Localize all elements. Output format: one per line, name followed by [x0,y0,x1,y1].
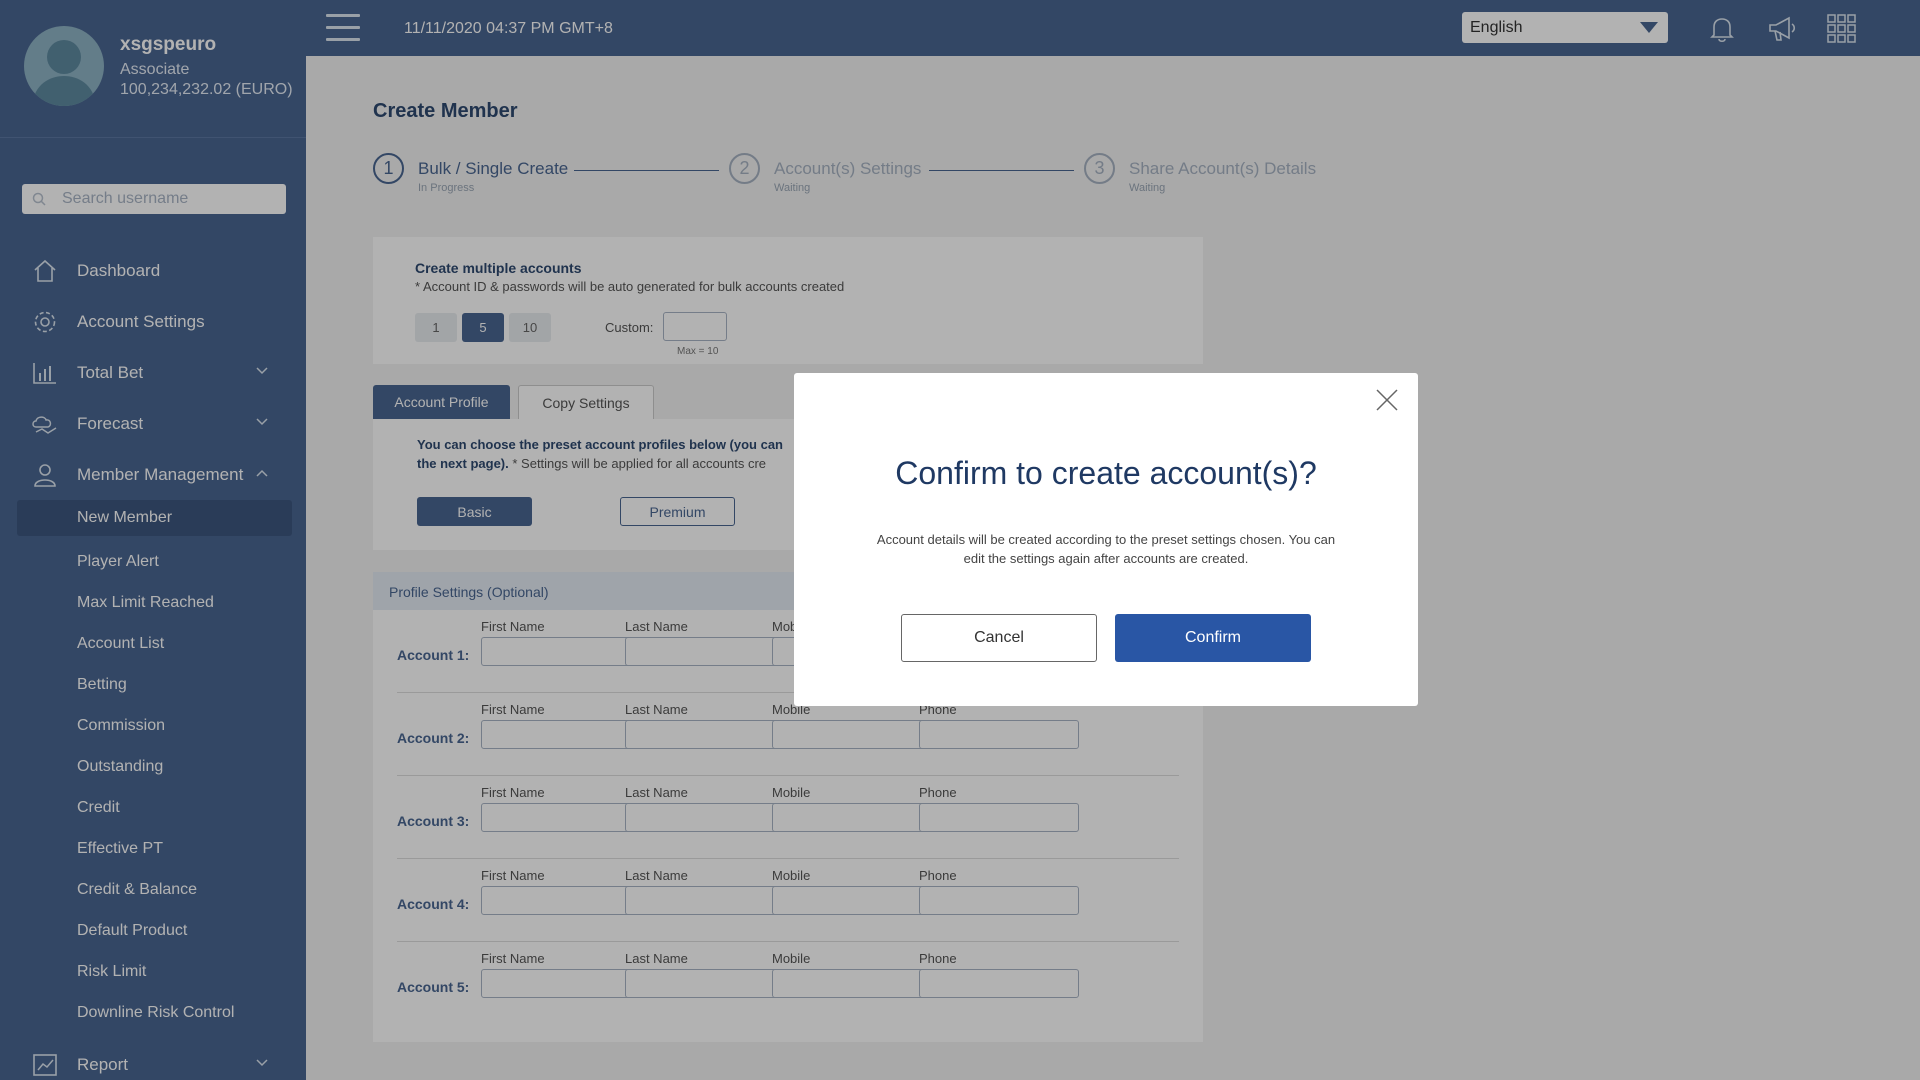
close-icon[interactable] [1374,387,1400,413]
dialog-message: Account details will be created accordin… [876,532,1336,566]
confirm-button[interactable]: Confirm [1115,614,1311,662]
confirm-dialog: Confirm to create account(s)? Account de… [794,373,1418,706]
dialog-title: Confirm to create account(s)? [895,455,1317,491]
cancel-button[interactable]: Cancel [901,614,1097,662]
